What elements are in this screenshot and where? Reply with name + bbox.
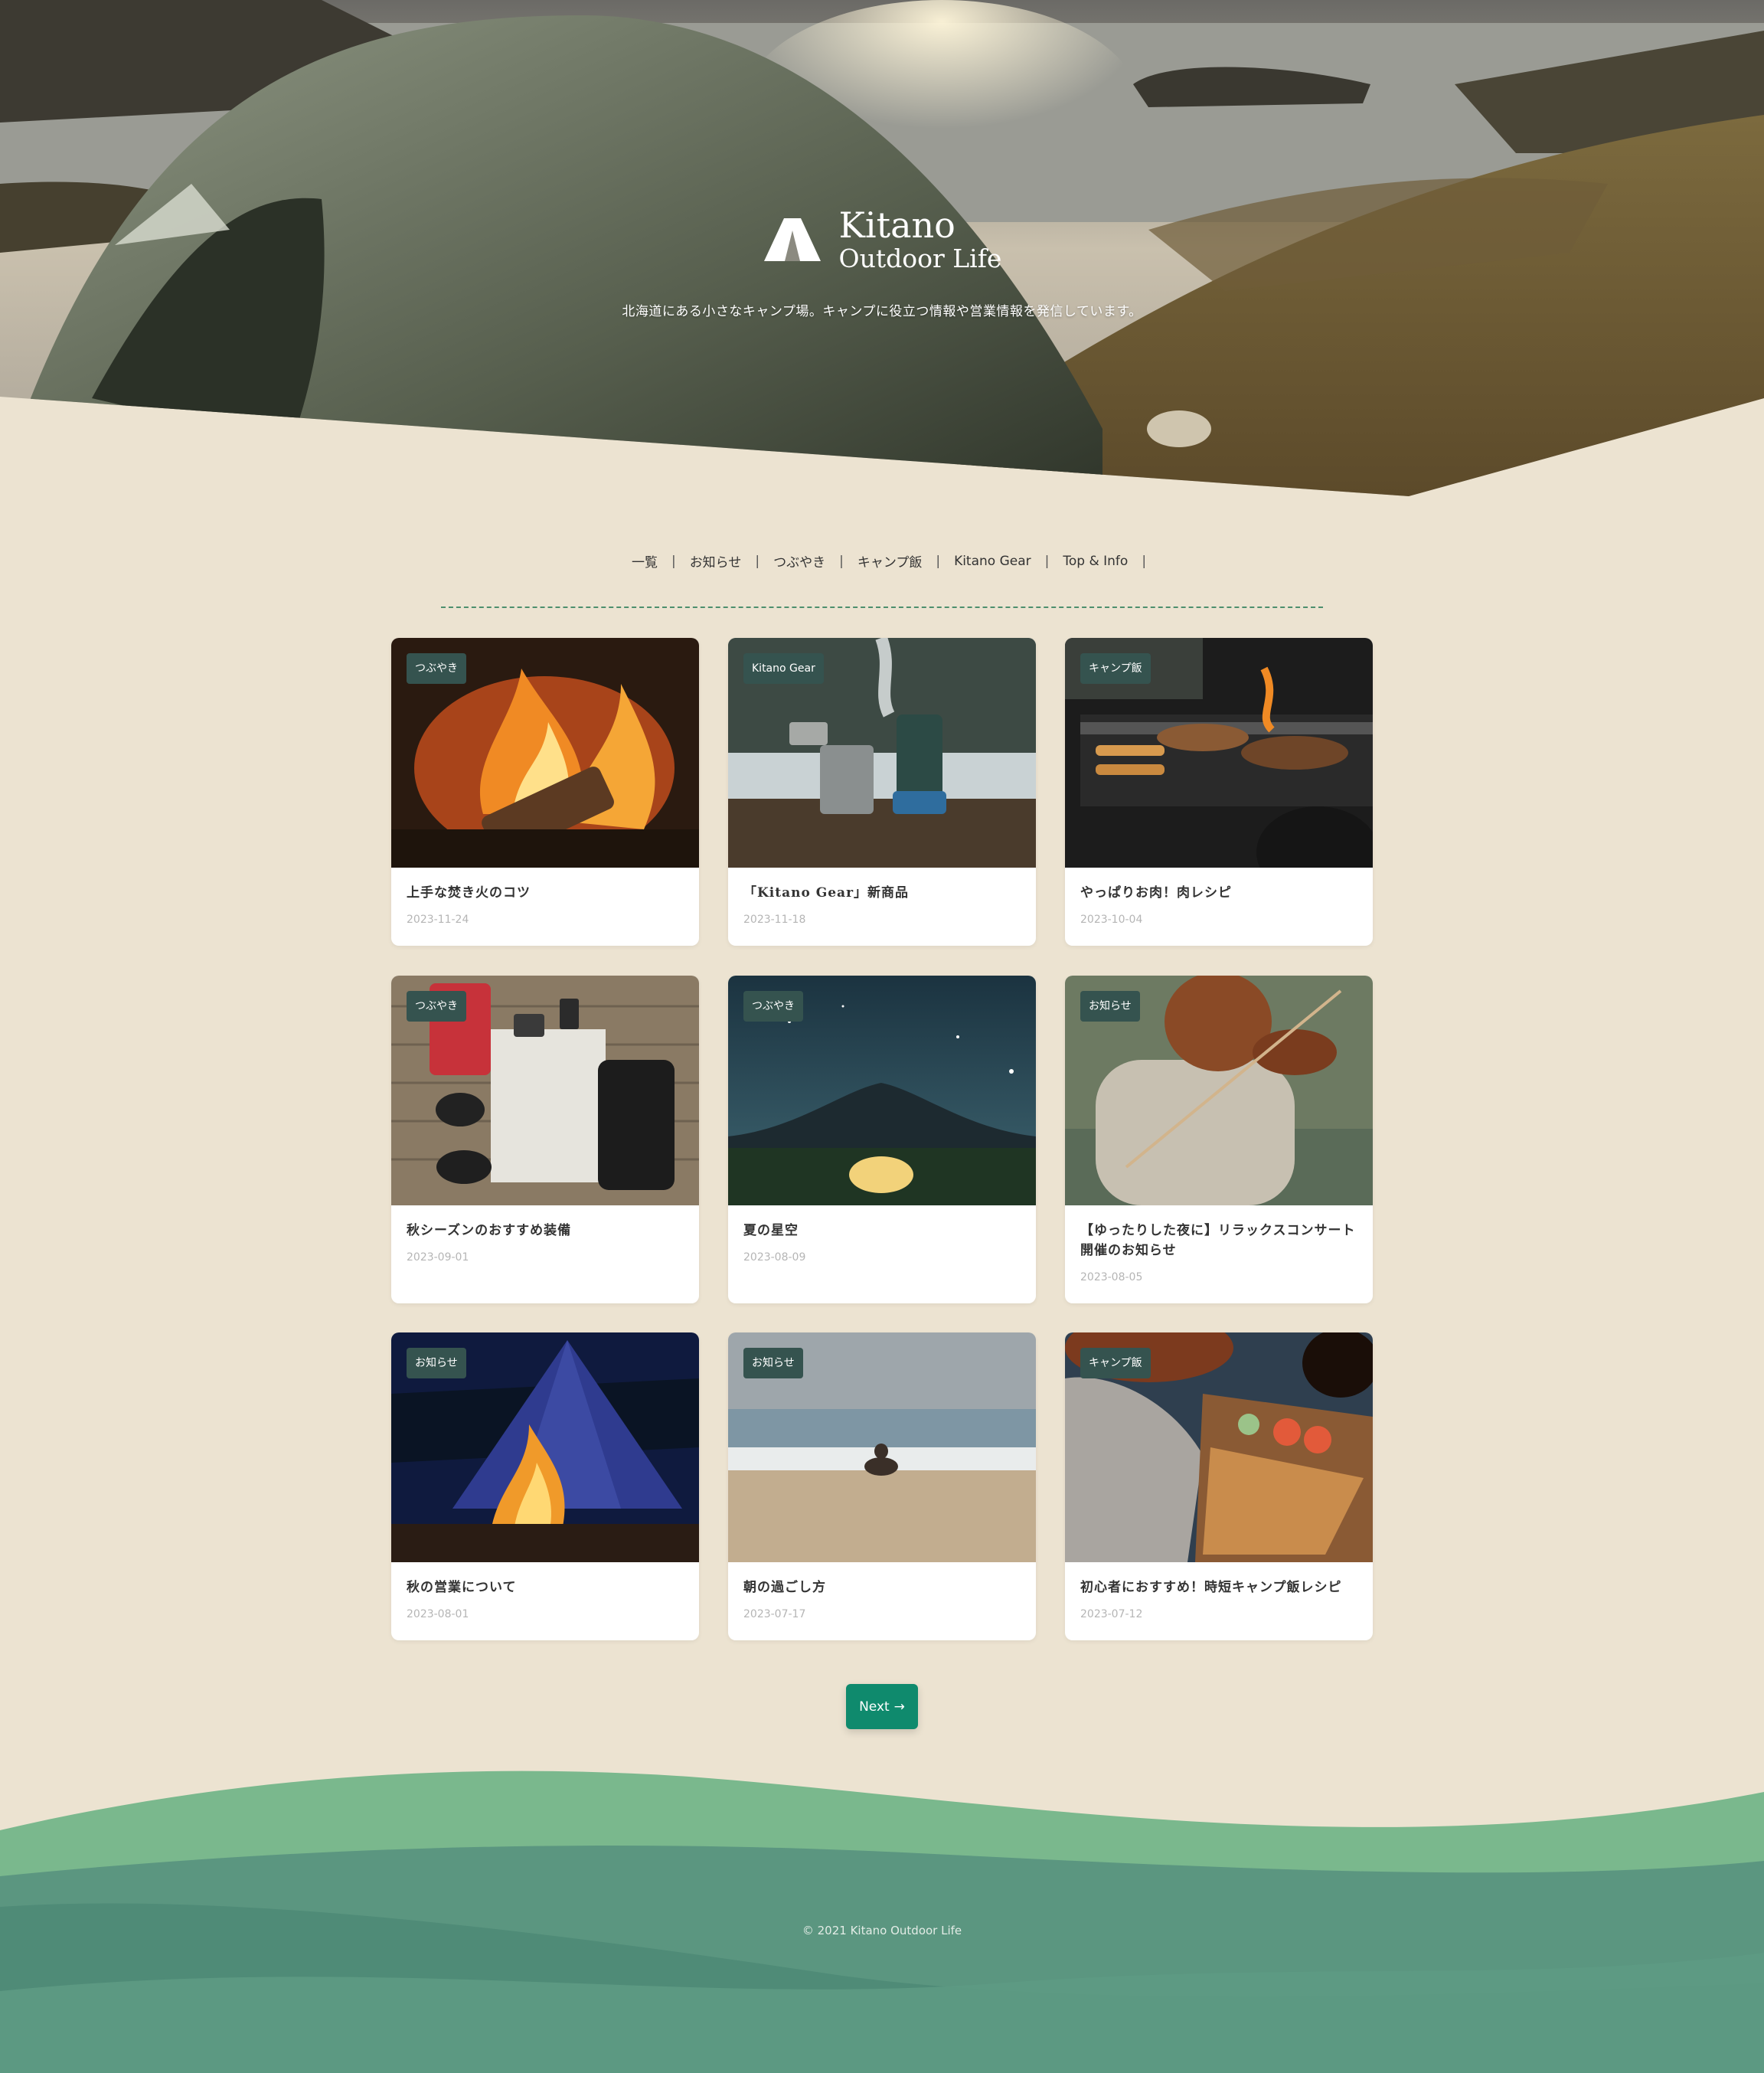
tent-logo-icon [763,217,821,261]
post-title[interactable]: 【ゆったりした夜に】リラックスコンサート開催のお知らせ [1080,1221,1357,1260]
post-date: 2023-07-17 [743,1608,806,1620]
copyright-text: © 2021 Kitano Outdoor Life [802,1924,962,1937]
post-thumbnail: お知らせ [1065,976,1373,1205]
category-news[interactable]: お知らせ [676,551,756,571]
post-card[interactable]: つぶやき 秋シーズンのおすすめ装備 2023-09-01 [391,976,699,1303]
post-title[interactable]: 「Kitano Gear」新商品 [743,883,1021,903]
site-tagline: 北海道にある小さなキャンプ場。キャンプに役立つ情報や営業情報を発信しています。 [622,304,1142,319]
post-thumbnail: お知らせ [391,1332,699,1562]
post-card[interactable]: お知らせ 【ゆったりした夜に】リラックスコンサート開催のお知らせ 2023-08… [1065,976,1373,1303]
category-badge[interactable]: お知らせ [743,1348,803,1378]
arrow-right-icon: → [893,1699,905,1715]
footer: © 2021 Kitano Outdoor Life [0,1754,1764,2073]
category-badge[interactable]: つぶやき [407,991,466,1022]
post-date: 2023-11-18 [743,914,806,926]
page: Kitano Outdoor Life 北海道にある小さなキャンプ場。キャンプに… [0,0,1764,2073]
post-title[interactable]: 夏の星空 [743,1221,1021,1241]
category-badge[interactable]: キャンプ飯 [1080,653,1151,684]
post-thumbnail: つぶやき [728,976,1036,1205]
post-title[interactable]: やっぱりお肉！肉レシピ [1080,883,1357,903]
nav-separator: | [1142,553,1147,569]
category-badge[interactable]: お知らせ [1080,991,1140,1022]
category-badge[interactable]: Kitano Gear [743,653,824,684]
category-badge[interactable]: つぶやき [407,653,466,684]
post-thumbnail: つぶやき [391,638,699,868]
post-date: 2023-10-04 [1080,914,1143,926]
category-kitano-gear[interactable]: Kitano Gear [940,554,1045,569]
site-title-line2: Outdoor Life [838,243,1002,273]
post-date: 2023-11-24 [407,914,469,926]
footer-waves [0,1771,1764,2073]
post-card[interactable]: つぶやき 上手な焚き火のコツ 2023-11-24 [391,638,699,946]
category-nav: 一覧 | お知らせ | つぶやき | キャンプ飯 | Kitano Gear |… [0,551,1764,571]
post-date: 2023-08-01 [407,1608,469,1620]
post-thumbnail: つぶやき [391,976,699,1205]
category-badge[interactable]: キャンプ飯 [1080,1348,1151,1378]
post-date: 2023-08-05 [1080,1271,1143,1283]
post-title[interactable]: 初心者におすすめ！時短キャンプ飯レシピ [1080,1578,1357,1597]
site-brand[interactable]: Kitano Outdoor Life [0,204,1764,273]
site-title-line1: Kitano [838,204,956,246]
category-camp-food[interactable]: キャンプ飯 [844,551,936,571]
post-card[interactable]: キャンプ飯 初心者におすすめ！時短キャンプ飯レシピ 2023-07-12 [1065,1332,1373,1640]
category-top-info[interactable]: Top & Info [1049,554,1142,569]
post-title[interactable]: 秋の営業について [407,1578,684,1597]
nav-divider [441,607,1323,608]
post-thumbnail: キャンプ飯 [1065,638,1373,868]
hero-header: Kitano Outdoor Life 北海道にある小さなキャンプ場。キャンプに… [0,0,1764,498]
post-date: 2023-08-09 [743,1251,806,1264]
post-title[interactable]: 上手な焚き火のコツ [407,883,684,903]
next-page-button[interactable]: Next → [846,1684,918,1729]
category-tweets[interactable]: つぶやき [760,551,839,571]
site-title: Kitano Outdoor Life [838,204,1002,273]
post-card[interactable]: つぶやき 夏の星空 2023-08-09 [728,976,1036,1303]
post-date: 2023-07-12 [1080,1608,1143,1620]
category-all[interactable]: 一覧 [618,551,671,571]
post-date: 2023-09-01 [407,1251,469,1264]
post-card[interactable]: お知らせ 朝の過ごし方 2023-07-17 [728,1332,1036,1640]
category-badge[interactable]: つぶやき [743,991,803,1022]
category-badge[interactable]: お知らせ [407,1348,466,1378]
post-title[interactable]: 朝の過ごし方 [743,1578,1021,1597]
next-page-label: Next [859,1699,890,1715]
post-card[interactable]: キャンプ飯 やっぱりお肉！肉レシピ 2023-10-04 [1065,638,1373,946]
post-thumbnail: お知らせ [728,1332,1036,1562]
post-thumbnail: キャンプ飯 [1065,1332,1373,1562]
post-card[interactable]: お知らせ 秋の営業について 2023-08-01 [391,1332,699,1640]
post-title[interactable]: 秋シーズンのおすすめ装備 [407,1221,684,1241]
post-card[interactable]: Kitano Gear 「Kitano Gear」新商品 2023-11-18 [728,638,1036,946]
post-thumbnail: Kitano Gear [728,638,1036,868]
